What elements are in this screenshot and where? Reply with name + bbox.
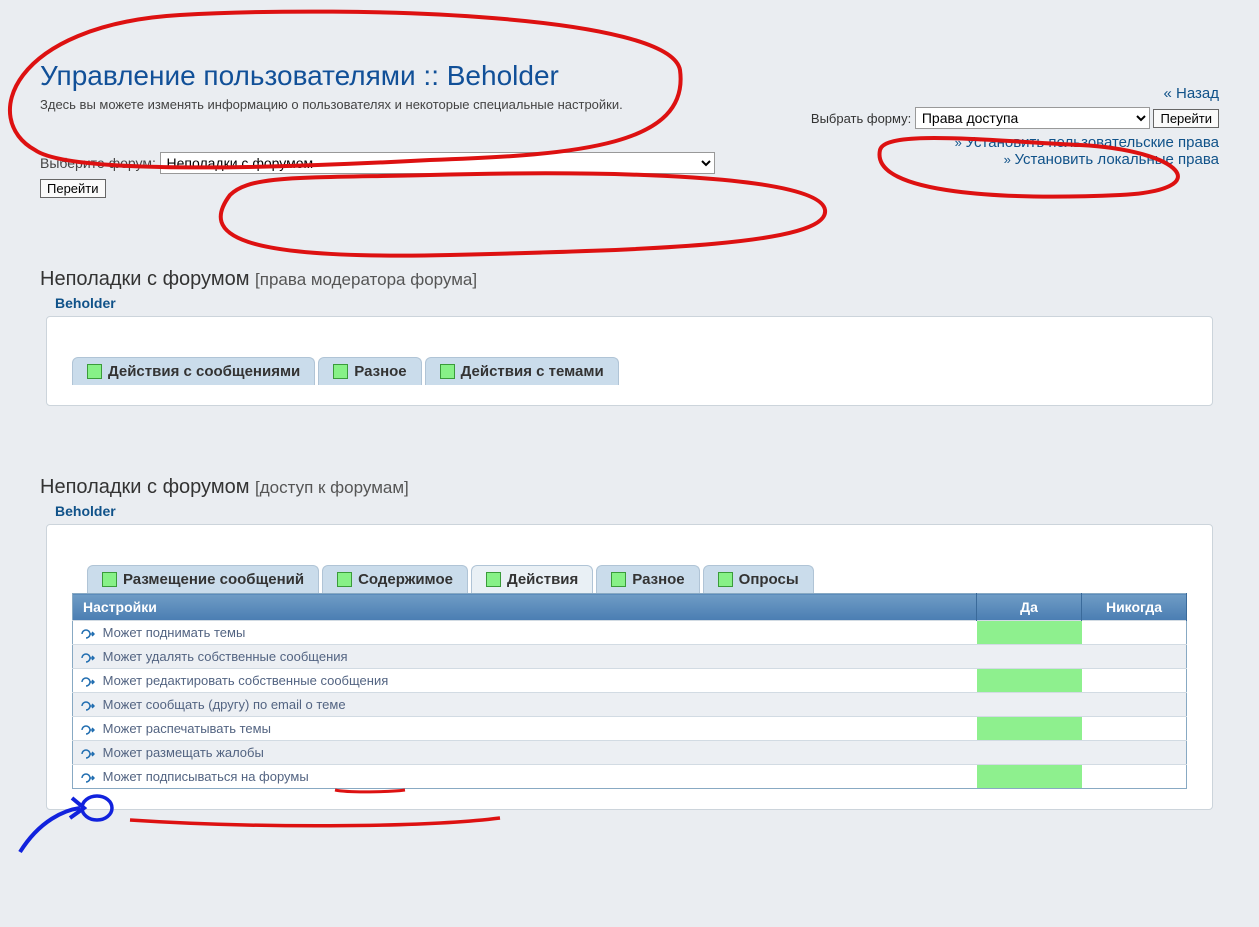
section2-subtitle: [доступ к форумам] [255,478,409,497]
trace-icon [81,673,99,688]
tab-действия-с-сообщениями[interactable]: Действия с сообщениями [72,357,315,385]
tab-разное[interactable]: Разное [318,357,421,385]
checkbox-icon [718,572,733,587]
perm-never-cell[interactable] [1082,669,1187,693]
tab-label: Содержимое [358,571,453,588]
checkbox-icon [611,572,626,587]
tab-размещение-сообщений[interactable]: Размещение сообщений [87,565,319,593]
section2-username[interactable]: Beholder [55,503,1219,519]
tab-label: Опросы [739,571,799,588]
trace-icon [81,721,99,736]
tab-label: Действия с темами [461,363,604,380]
col-settings: Настройки [73,594,977,621]
tab-label: Размещение сообщений [123,571,304,588]
perm-label[interactable]: Может сообщать (другу) по email о теме [73,693,977,717]
checkbox-icon [337,572,352,587]
perm-yes-cell[interactable] [977,741,1082,765]
perm-never-cell[interactable] [1082,693,1187,717]
tab-label: Разное [354,363,406,380]
perm-label[interactable]: Может размещать жалобы [73,741,977,765]
checkbox-icon [87,364,102,379]
forum-select-label: Выберите форум: [40,155,156,171]
perm-label[interactable]: Может подписываться на форумы [73,765,977,789]
trace-icon [81,769,99,784]
tab-label: Разное [632,571,684,588]
tab-разное[interactable]: Разное [596,565,699,593]
tab-действия[interactable]: Действия [471,565,593,593]
checkbox-icon [333,364,348,379]
section1-username[interactable]: Beholder [55,295,1219,311]
perm-label[interactable]: Может редактировать собственные сообщени… [73,669,977,693]
perm-yes-cell[interactable] [977,645,1082,669]
table-row: Может поднимать темы [73,621,1187,645]
col-never: Никогда [1082,594,1187,621]
table-row: Может удалять собственные сообщения [73,645,1187,669]
section2-title: Неполадки с форумом [40,476,249,498]
perm-label[interactable]: Может распечатывать темы [73,717,977,741]
checkbox-icon [440,364,455,379]
link-set-user-perms[interactable]: Установить пользовательские права [966,134,1219,151]
section1-title: Неполадки с форумом [40,268,249,290]
section1-subtitle: [права модератора форума] [255,270,477,289]
checkbox-icon [486,572,501,587]
table-row: Может редактировать собственные сообщени… [73,669,1187,693]
table-row: Может подписываться на форумы [73,765,1187,789]
forum-go-button[interactable]: Перейти [40,179,106,198]
table-row: Может сообщать (другу) по email о теме [73,693,1187,717]
perm-never-cell[interactable] [1082,621,1187,645]
form-go-button[interactable]: Перейти [1153,109,1219,128]
perm-never-cell[interactable] [1082,741,1187,765]
perm-never-cell[interactable] [1082,765,1187,789]
perm-label[interactable]: Может поднимать темы [73,621,977,645]
perm-never-cell[interactable] [1082,645,1187,669]
trace-icon [81,649,99,664]
perm-yes-cell[interactable] [977,621,1082,645]
perm-yes-cell[interactable] [977,717,1082,741]
perm-never-cell[interactable] [1082,717,1187,741]
permissions-table: Настройки Да Никогда Может поднимать тем… [72,593,1187,789]
tab-label: Действия с сообщениями [108,363,300,380]
tab-содержимое[interactable]: Содержимое [322,565,468,593]
perm-yes-cell[interactable] [977,765,1082,789]
trace-icon [81,697,99,712]
perm-yes-cell[interactable] [977,693,1082,717]
col-yes: Да [977,594,1082,621]
forum-select[interactable]: Неполадки с форумом [160,152,715,174]
form-select[interactable]: Права доступа [915,107,1150,129]
tab-опросы[interactable]: Опросы [703,565,814,593]
checkbox-icon [102,572,117,587]
perm-yes-cell[interactable] [977,669,1082,693]
trace-icon [81,625,99,640]
table-row: Может распечатывать темы [73,717,1187,741]
table-row: Может размещать жалобы [73,741,1187,765]
section-moderator-rights: Неполадки с форумом [права модератора фо… [40,268,1219,406]
form-select-label: Выбрать форму: [811,111,911,126]
page-title: Управление пользователями :: Beholder [40,60,1219,92]
tab-действия-с-темами[interactable]: Действия с темами [425,357,619,385]
link-set-local-perms[interactable]: Установить локальные права [1015,151,1220,168]
trace-icon [81,745,99,760]
tab-label: Действия [507,571,578,588]
section-forum-access: Неполадки с форумом [доступ к форумам] B… [40,476,1219,810]
perm-label[interactable]: Может удалять собственные сообщения [73,645,977,669]
back-link[interactable]: « Назад [1164,85,1220,102]
